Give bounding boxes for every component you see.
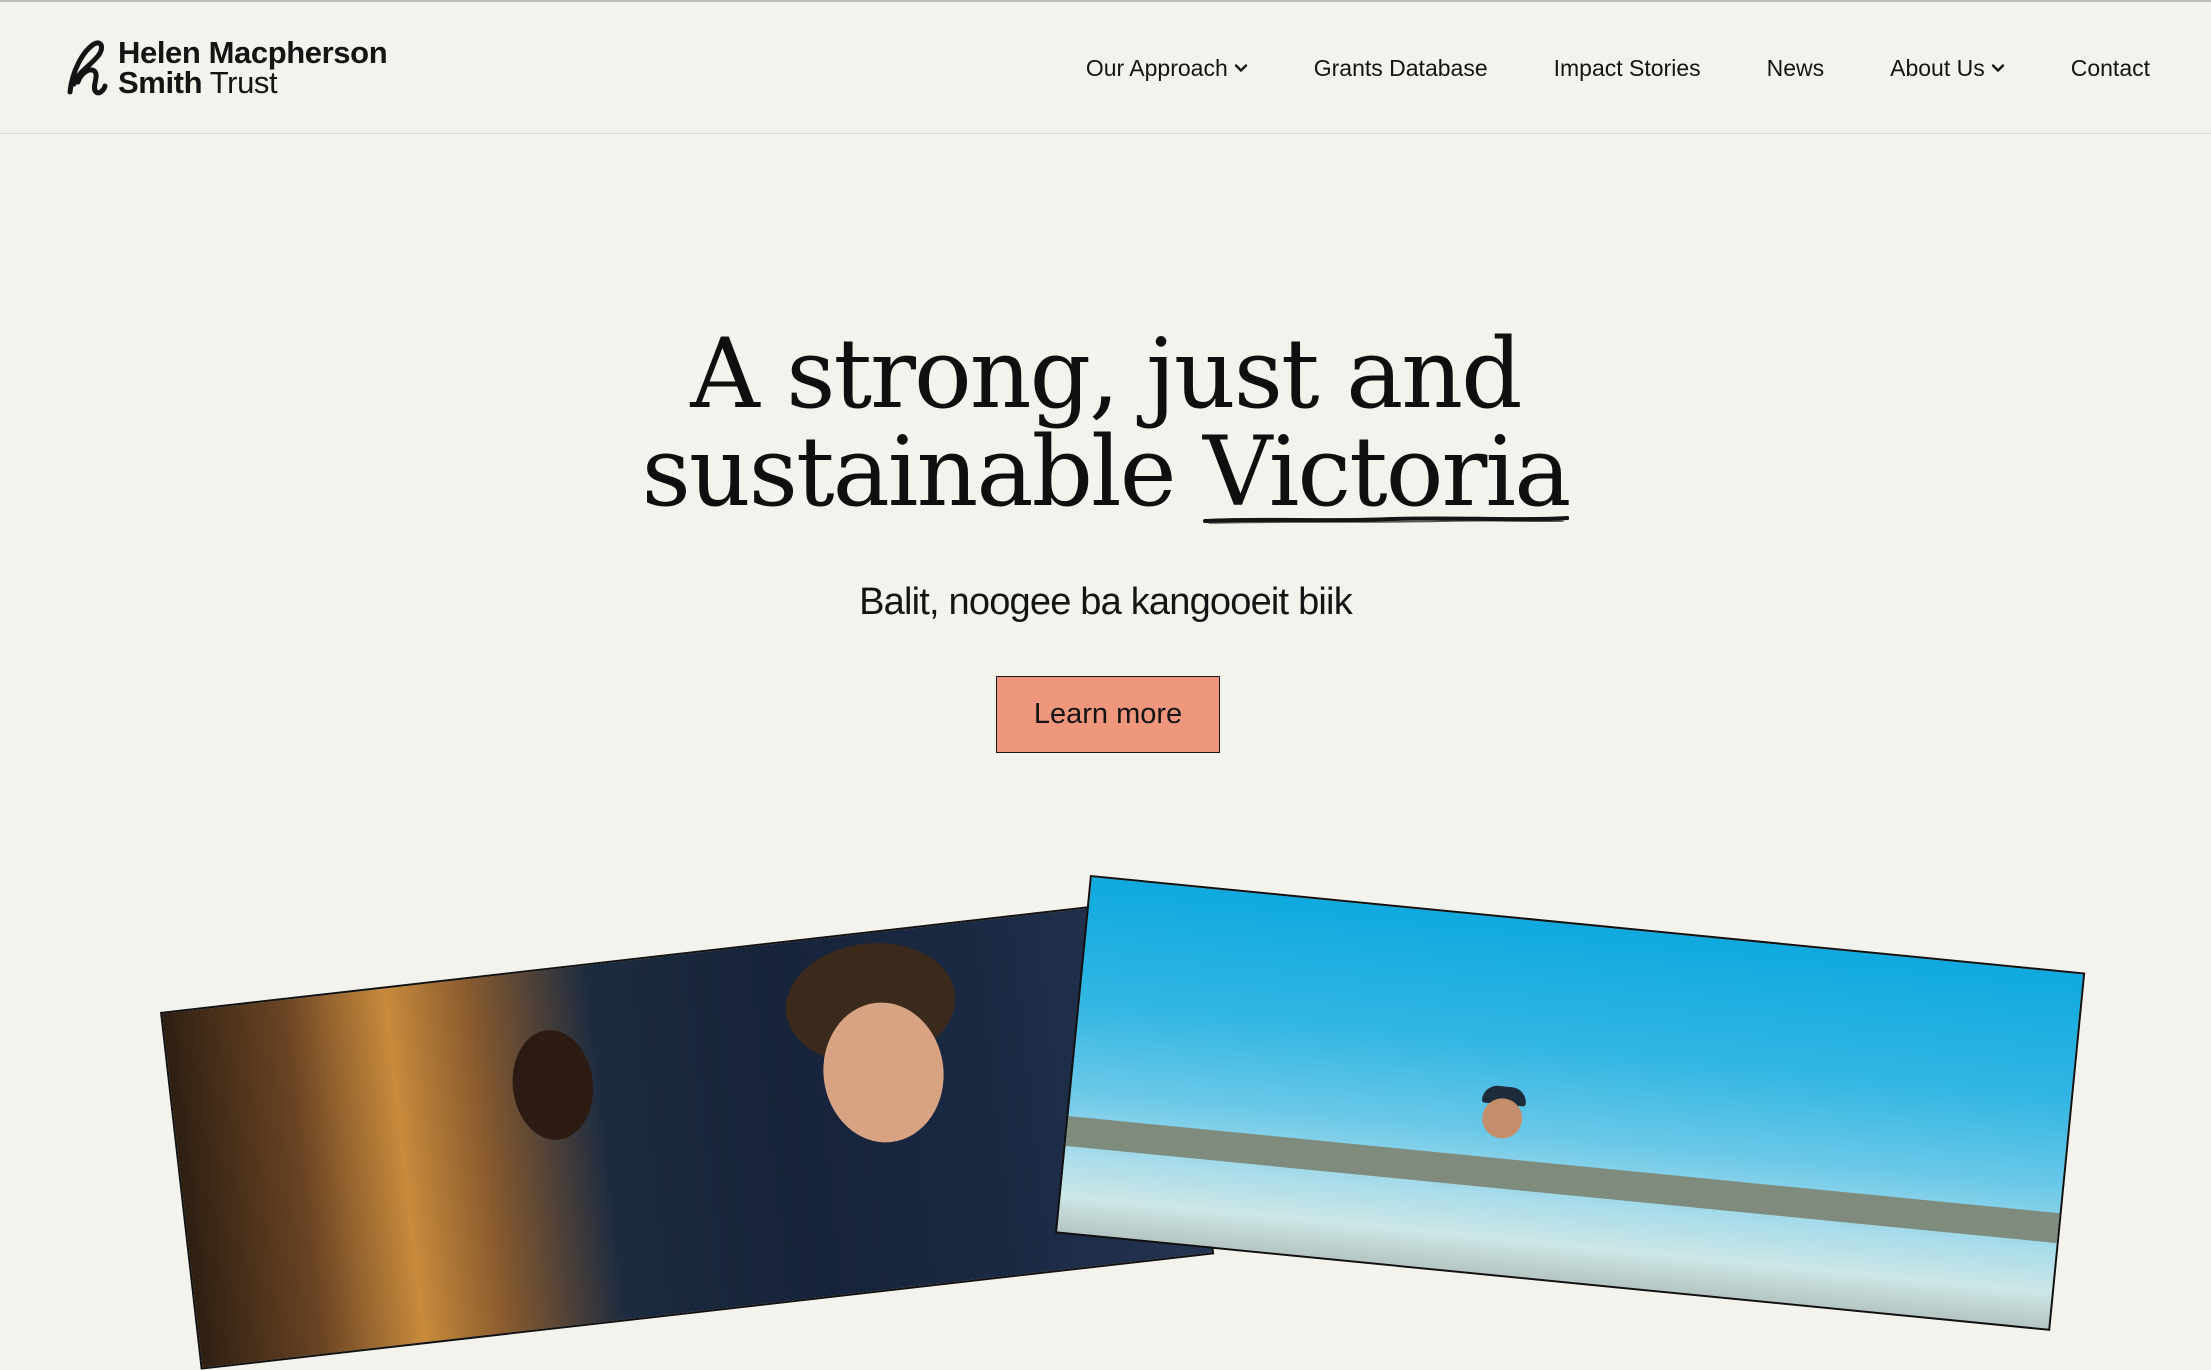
main-nav: Our Approach Grants Database Impact Stor… <box>1086 50 2150 86</box>
nav-news[interactable]: News <box>1767 55 1825 82</box>
nav-contact-label: Contact <box>2070 54 2150 81</box>
nav-our-approach[interactable]: Our Approach <box>1086 55 1248 82</box>
hero-photo-left <box>160 896 1215 1370</box>
logo-text-trust: Trust <box>209 65 278 100</box>
nav-grants-database[interactable]: Grants Database <box>1314 55 1488 82</box>
brush-underline <box>1203 516 1570 524</box>
hero-title-line1: A strong, just and <box>690 318 1522 430</box>
site-logo[interactable]: Helen Macpherson Smith Trust <box>64 35 388 100</box>
chevron-down-icon <box>1991 64 2004 72</box>
nav-about-us-label: About Us <box>1890 54 1985 81</box>
site-header: Helen Macpherson Smith Trust Our Approac… <box>0 2 2211 134</box>
photo-horizon <box>1065 1116 2060 1244</box>
logo-text-line2: Smith Trust <box>118 65 387 100</box>
hero-subtitle: Balit, noogee ba kangooeit biik <box>859 581 1353 623</box>
hero-title: A strong, just and sustainable Victoria <box>0 318 2211 524</box>
hero-title-line2-prefix: sustainable <box>641 416 1204 528</box>
learn-more-button[interactable]: Learn more <box>996 676 1220 753</box>
nav-our-approach-label: Our Approach <box>1085 54 1228 81</box>
logo-text-line1: Helen Macpherson <box>118 35 388 70</box>
hero-photo-right <box>1054 875 2086 1331</box>
hms-logo-icon <box>67 40 108 96</box>
logo-text-smith: Smith <box>118 65 203 100</box>
nav-grants-database-label: Grants Database <box>1313 54 1488 81</box>
hero-title-highlight: Victoria <box>1203 423 1571 524</box>
hero-title-line2: sustainable Victoria <box>0 423 2211 524</box>
nav-contact[interactable]: Contact <box>2071 55 2150 82</box>
nav-news-label: News <box>1766 54 1825 81</box>
nav-about-us[interactable]: About Us <box>1890 55 2005 82</box>
hero-title-highlight-text: Victoria <box>1203 416 1571 528</box>
nav-impact-stories[interactable]: Impact Stories <box>1554 55 1701 82</box>
logo-wordmark: Helen Macpherson Smith Trust <box>118 35 388 100</box>
nav-impact-stories-label: Impact Stories <box>1553 54 1701 81</box>
chevron-down-icon <box>1234 64 1247 72</box>
photo-background-person <box>506 1025 599 1145</box>
